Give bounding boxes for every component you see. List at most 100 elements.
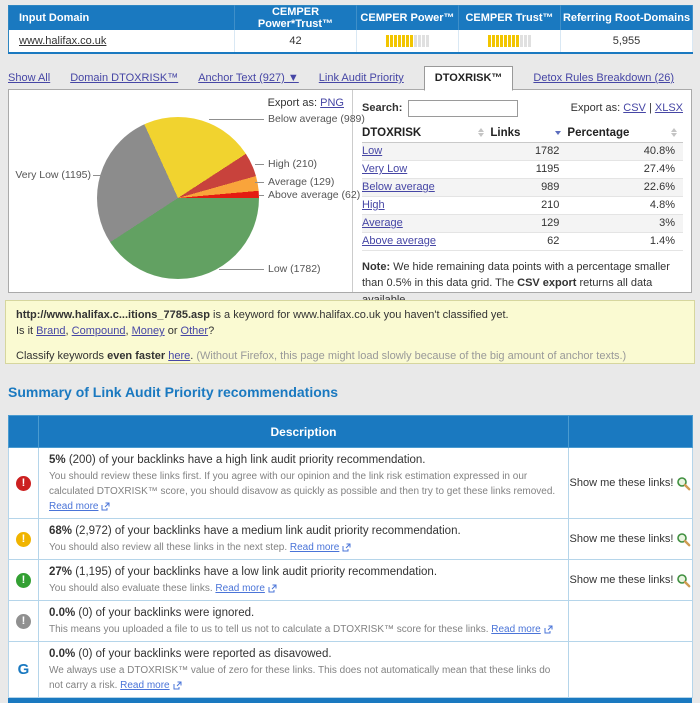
percentage-value: 22.6%: [567, 178, 683, 197]
header-input-domain: Input Domain: [8, 5, 235, 30]
summary-row-ignored: ! 0.0% (0) of your backlinks were ignore…: [8, 600, 693, 643]
metrics-header-row: Input Domain CEMPER Power*Trust™ CEMPER …: [8, 5, 693, 30]
col-header-links: Links: [490, 126, 521, 139]
tab-anchor-text[interactable]: Anchor Text (927) ▼: [198, 72, 299, 90]
external-link-icon: [544, 625, 553, 634]
callout-line: [255, 164, 264, 165]
metrics-value-row: www.halifax.co.uk 42 5,955: [8, 30, 693, 53]
power-rating-bar: [386, 35, 429, 48]
search-input[interactable]: [408, 99, 519, 117]
read-more-link[interactable]: Read more: [120, 680, 182, 691]
search-label: Search:: [362, 102, 403, 114]
callout-line: [93, 175, 103, 176]
header-trust: CEMPER Trust™: [458, 5, 561, 30]
grid-row-average: Average 129 3%: [362, 214, 683, 233]
keyword-text: http://www.halifax.c...itions_7785.asp: [16, 309, 210, 321]
tab-link-audit-priority[interactable]: Link Audit Priority: [319, 72, 404, 90]
read-more-link[interactable]: Read more: [49, 501, 110, 512]
percentage-value: 3%: [567, 214, 683, 233]
external-link-icon: [342, 543, 351, 552]
summary-table-footer-bar: [8, 698, 692, 703]
pie-export-label: Export as:: [267, 97, 318, 109]
notice-line3: Classify keywords even faster here. (Wit…: [16, 350, 627, 362]
percentage-value: 1.4%: [567, 232, 683, 251]
callout-line: [255, 182, 264, 183]
risk-link[interactable]: Above average: [362, 235, 436, 247]
grid-row-very-low: Very Low 1195 27.4%: [362, 160, 683, 179]
note-bold: Note:: [362, 260, 391, 273]
low-priority-icon: !: [16, 572, 31, 588]
grid-row-below-average: Below average 989 22.6%: [362, 178, 683, 197]
links-value: 210: [490, 196, 568, 215]
pie-label-high: High (210): [268, 158, 318, 170]
input-domain-link[interactable]: www.halifax.co.uk: [19, 35, 106, 47]
header-power-trust: CEMPER Power*Trust™: [234, 5, 357, 30]
summary-detail: We always use a DTOXRISK™ value of zero …: [49, 665, 551, 692]
magnifier-icon: [677, 532, 691, 547]
pie-label-below-average: Below average (989): [268, 113, 365, 125]
read-more-link[interactable]: Read more: [290, 542, 351, 553]
summary-header-icon-col: [8, 415, 39, 448]
dtoxrisk-tab-content: Export as: PNG Below average (989) High …: [8, 89, 692, 306]
link-detox-report-page: { "colors": { "header_blue": "#1a79c0", …: [0, 0, 700, 703]
tab-dtoxrisk-active[interactable]: DTOXRISK™: [423, 66, 514, 91]
export-png-link[interactable]: PNG: [320, 97, 344, 109]
classify-money-link[interactable]: Money: [132, 325, 165, 337]
dtoxrisk-data-grid: DTOXRISK Links Percentage Low 1782 40.8%…: [362, 124, 683, 251]
summary-table-wrap: Description ! 5% (200) of your backlinks…: [8, 415, 693, 703]
tab-show-all[interactable]: Show All: [8, 72, 50, 90]
links-value: 62: [490, 232, 568, 251]
classify-other-link[interactable]: Other: [181, 325, 209, 337]
show-links-button[interactable]: Show me these links!: [570, 532, 692, 547]
pie-label-above-average: Above average (62): [268, 189, 361, 201]
dtoxrisk-pie-chart[interactable]: [97, 117, 259, 279]
pie-export-line: Export as: PNG: [268, 97, 344, 109]
sort-icon-links-active[interactable]: [555, 130, 562, 135]
export-xlsx-link[interactable]: XLSX: [655, 102, 683, 114]
keyword-classification-notice: http://www.halifax.c...itions_7785.asp i…: [5, 300, 695, 364]
classify-here-link[interactable]: here: [168, 350, 190, 362]
risk-link[interactable]: High: [362, 199, 385, 211]
export-separator: |: [648, 102, 652, 114]
summary-detail: You should review these links first. If …: [49, 471, 556, 513]
percentage-value: 4.8%: [567, 196, 683, 215]
summary-detail: You should also evaluate these links. Re…: [49, 581, 558, 596]
sort-icon-dtoxrisk[interactable]: [478, 128, 485, 138]
pie-label-very-low: Very Low (1195): [15, 169, 91, 181]
show-links-button[interactable]: Show me these links!: [570, 476, 692, 490]
summary-header-description: Description: [38, 415, 569, 448]
ignored-icon: !: [16, 613, 31, 629]
risk-link[interactable]: Very Low: [362, 163, 407, 175]
read-more-link[interactable]: Read more: [215, 583, 277, 594]
header-referring-root-domains: Referring Root-Domains: [560, 5, 693, 30]
read-more-link[interactable]: Read more: [491, 624, 553, 635]
referring-root-domains-value: 5,955: [560, 30, 693, 53]
classify-brand-link[interactable]: Brand: [36, 325, 65, 337]
notice-line2: Is it Brand, Compound, Money or Other?: [16, 325, 215, 337]
grid-export-line: Export as: CSV | XLSX: [571, 102, 683, 114]
report-tabs: Show All Domain DTOXRISK™ Anchor Text (9…: [8, 66, 692, 91]
classify-compound-link[interactable]: Compound: [72, 325, 126, 337]
header-power: CEMPER Power™: [356, 5, 459, 30]
tab-domain-dtoxrisk[interactable]: Domain DTOXRISK™: [70, 72, 178, 90]
col-header-percentage: Percentage: [567, 126, 630, 139]
show-links-button[interactable]: Show me these links!: [570, 573, 692, 588]
pie-label-average: Average (129): [268, 176, 335, 188]
percentage-value: 40.8%: [567, 142, 683, 161]
links-value: 989: [490, 178, 568, 197]
sort-icon-percentage[interactable]: [671, 128, 677, 138]
link-audit-priority-table: Description ! 5% (200) of your backlinks…: [8, 415, 693, 699]
export-csv-link[interactable]: CSV: [623, 102, 646, 114]
summary-title: 5% (200) of your backlinks have a high l…: [49, 454, 426, 466]
summary-row-low: ! 27% (1,195) of your backlinks have a l…: [8, 559, 693, 602]
risk-link[interactable]: Average: [362, 217, 403, 229]
risk-link[interactable]: Below average: [362, 181, 435, 193]
tab-detox-rules-breakdown[interactable]: Detox Rules Breakdown (26): [533, 72, 674, 90]
notice-line1: http://www.halifax.c...itions_7785.asp i…: [16, 309, 509, 321]
external-link-icon: [101, 502, 110, 511]
links-value: 1782: [490, 142, 568, 161]
empty-action-cell: [568, 600, 693, 643]
percentage-value: 27.4%: [567, 160, 683, 179]
links-value: 129: [490, 214, 568, 233]
risk-link[interactable]: Low: [362, 145, 382, 157]
